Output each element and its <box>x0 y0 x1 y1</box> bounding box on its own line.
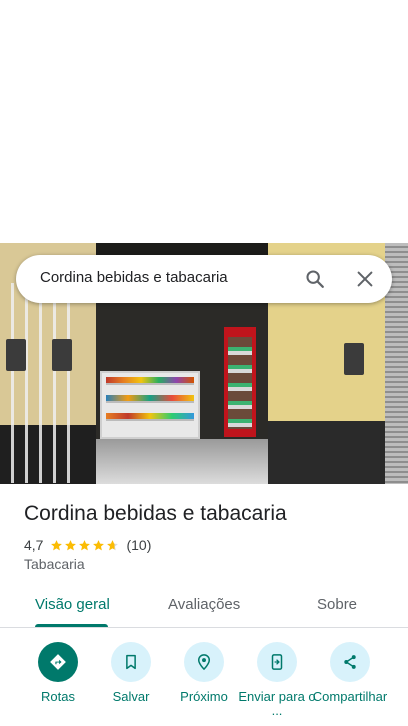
tab-reviews[interactable]: Avaliações <box>168 596 240 613</box>
share-button[interactable]: Compartilhar <box>310 642 390 704</box>
tab-bar: Visão geral Avaliações Sobre <box>0 586 408 628</box>
rating-stars <box>50 539 120 552</box>
search-bar[interactable]: Cordina bebidas e tabacaria <box>16 255 392 303</box>
star-icon <box>93 539 105 550</box>
save-button[interactable]: Salvar <box>91 642 171 704</box>
nearby-label: Próximo <box>180 689 228 704</box>
share-label: Compartilhar <box>312 689 388 704</box>
send-to-phone-label: Enviar para o ... <box>238 689 316 718</box>
rating-row[interactable]: 4,7 (10) <box>24 536 151 554</box>
star-half-icon <box>107 539 119 550</box>
rating-value: 4,7 <box>24 537 44 553</box>
star-icon <box>65 539 77 550</box>
place-category: Tabacaria <box>24 556 85 572</box>
send-to-phone-icon <box>271 654 283 670</box>
search-input[interactable]: Cordina bebidas e tabacaria <box>40 269 228 286</box>
star-icon <box>51 539 63 550</box>
nearby-icon <box>197 654 211 671</box>
tab-about[interactable]: Sobre <box>317 596 357 613</box>
bookmark-icon <box>126 654 136 670</box>
send-to-phone-button[interactable]: Enviar para o ... <box>237 642 317 718</box>
active-tab-indicator <box>35 624 108 627</box>
directions-button[interactable]: Rotas <box>18 642 98 704</box>
close-icon[interactable] <box>354 268 376 290</box>
map-area-blank <box>0 0 408 243</box>
nearby-button[interactable]: Próximo <box>164 642 244 704</box>
share-icon <box>344 655 356 669</box>
review-count[interactable]: (10) <box>126 537 151 553</box>
search-icon[interactable] <box>304 268 326 290</box>
tab-overview[interactable]: Visão geral <box>35 596 110 613</box>
star-icon <box>79 539 91 550</box>
directions-label: Rotas <box>41 689 75 704</box>
directions-icon <box>50 654 66 670</box>
save-label: Salvar <box>112 689 150 704</box>
place-title: Cordina bebidas e tabacaria <box>24 502 287 525</box>
